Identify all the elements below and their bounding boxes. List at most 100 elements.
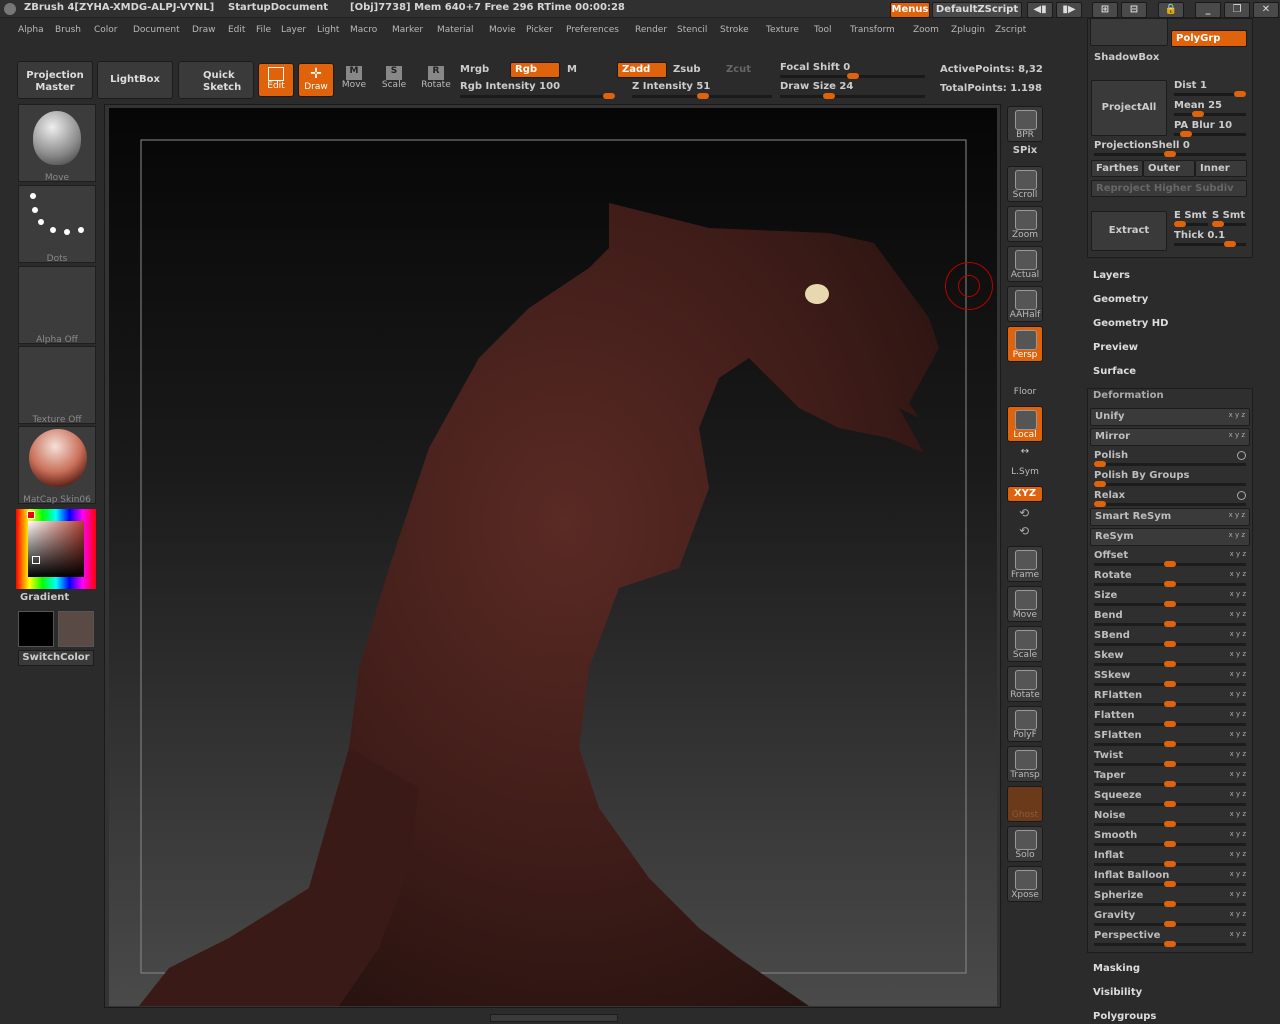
e-smt-slider[interactable]: E Smt <box>1174 210 1207 221</box>
menu-color[interactable]: Color <box>94 25 118 35</box>
deformation-smooth[interactable]: Smooth x y z <box>1090 828 1250 847</box>
shelf-spix-button[interactable]: SPix <box>1007 145 1043 159</box>
material-thumbnail[interactable]: MatCap Skin06 <box>18 426 96 505</box>
inner-button[interactable]: Inner <box>1195 160 1247 177</box>
zsub-button[interactable]: Zsub <box>673 64 700 75</box>
toggle-circle-icon[interactable] <box>1237 491 1246 500</box>
deformation-mirror[interactable]: Mirror x y z <box>1090 428 1250 446</box>
minimize-icon[interactable]: _ <box>1195 2 1221 18</box>
deformation-slider[interactable] <box>1094 701 1246 707</box>
xyz-axis-toggle[interactable]: x y z <box>1230 870 1246 878</box>
xyz-axis-toggle[interactable]: x y z <box>1229 411 1245 419</box>
deformation-smart-resym[interactable]: Smart ReSym x y z <box>1090 508 1250 526</box>
deformation-slider[interactable] <box>1094 741 1246 747</box>
deformation-slider[interactable] <box>1094 721 1246 727</box>
xyz-axis-toggle[interactable]: x y z <box>1230 650 1246 658</box>
rgb-intensity-slider[interactable] <box>460 93 615 99</box>
menu-macro[interactable]: Macro <box>350 25 377 35</box>
deformation-offset[interactable]: Offset x y z <box>1090 548 1250 567</box>
deformation-slider[interactable] <box>1094 461 1246 467</box>
menu-alpha[interactable]: Alpha <box>18 25 44 35</box>
texture-thumbnail[interactable]: Texture Off <box>18 346 96 425</box>
deformation-slider[interactable] <box>1094 581 1246 587</box>
xyz-axis-toggle[interactable]: x y z <box>1230 750 1246 758</box>
m-button[interactable]: M <box>567 64 577 75</box>
extract-button[interactable]: Extract <box>1091 211 1167 251</box>
deformation-inflat[interactable]: Inflat x y z <box>1090 848 1250 867</box>
deformation-bend[interactable]: Bend x y z <box>1090 608 1250 627</box>
deformation-polish[interactable]: Polish <box>1090 448 1250 467</box>
deformation-slider[interactable] <box>1094 821 1246 827</box>
menu-preferences[interactable]: Preferences <box>566 25 619 35</box>
deformation-slider[interactable] <box>1094 861 1246 867</box>
thick-slider[interactable]: Thick 0.1 <box>1174 230 1225 241</box>
menu-zscript[interactable]: Zscript <box>995 25 1026 35</box>
xyz-axis-toggle[interactable]: x y z <box>1230 770 1246 778</box>
rotate-mode-button[interactable]: R Rotate <box>419 66 453 90</box>
shadowbox-button[interactable]: ShadowBox <box>1094 52 1159 63</box>
deformation-unify[interactable]: Unify x y z <box>1090 408 1250 426</box>
s-smt-slider[interactable]: S Smt <box>1212 210 1245 221</box>
deformation-sskew[interactable]: SSkew x y z <box>1090 668 1250 687</box>
deformation-slider[interactable] <box>1094 681 1246 687</box>
xyz-axis-toggle[interactable]: x y z <box>1230 790 1246 798</box>
deformation-sbend[interactable]: SBend x y z <box>1090 628 1250 647</box>
polygrp-button[interactable]: PolyGrp <box>1171 30 1247 47</box>
menu-transform[interactable]: Transform <box>850 25 895 35</box>
quick-sketch-button[interactable]: Quick Sketch <box>178 61 254 99</box>
shelf-zoom-button[interactable]: Zoom <box>1007 206 1043 242</box>
document-canvas[interactable] <box>109 108 997 1006</box>
xyz-axis-toggle[interactable]: x y z <box>1230 890 1246 898</box>
projection-shell-slider[interactable]: ProjectionShell 0 <box>1094 140 1190 151</box>
s-smt-track[interactable] <box>1212 221 1246 227</box>
xyz-axis-toggle[interactable]: x y z <box>1230 610 1246 618</box>
deformation-rflatten[interactable]: RFlatten x y z <box>1090 688 1250 707</box>
lightbox-button[interactable]: LightBox <box>97 61 173 99</box>
deformation-slider[interactable] <box>1094 881 1246 887</box>
deformation-twist[interactable]: Twist x y z <box>1090 748 1250 767</box>
deformation-perspective[interactable]: Perspective x y z <box>1090 928 1250 947</box>
default-zscript-button[interactable]: DefaultZScript <box>932 2 1022 18</box>
tool-blank-button[interactable] <box>1090 18 1168 46</box>
shelf-ghost-button[interactable]: Ghost <box>1007 786 1043 822</box>
canvas-scroll-handle[interactable] <box>490 1014 618 1022</box>
draw-mode-button[interactable]: ✛ Draw <box>298 63 334 97</box>
xyz-axis-toggle[interactable]: x y z <box>1230 670 1246 678</box>
layout-right-icon[interactable]: ▮▶ <box>1056 2 1082 18</box>
xyz-axis-toggle[interactable]: x y z <box>1229 531 1245 539</box>
subpalette-masking[interactable]: Masking <box>1093 963 1140 974</box>
deformation-slider[interactable] <box>1094 921 1246 927</box>
toggle-circle-icon[interactable] <box>1237 451 1246 460</box>
deformation-slider[interactable] <box>1094 801 1246 807</box>
deformation-taper[interactable]: Taper x y z <box>1090 768 1250 787</box>
color-square[interactable] <box>28 521 84 577</box>
menu-stroke[interactable]: Stroke <box>720 25 749 35</box>
scale-mode-button[interactable]: S Scale <box>378 66 410 90</box>
mean-slider[interactable]: Mean 25 <box>1174 100 1222 111</box>
deformation-noise[interactable]: Noise x y z <box>1090 808 1250 827</box>
shelf-actual-button[interactable]: Actual <box>1007 246 1043 282</box>
farthest-button[interactable]: Farthes <box>1091 160 1143 177</box>
rotate-z-icon[interactable]: ⟲ <box>1019 524 1029 538</box>
xyz-axis-toggle[interactable]: x y z <box>1230 930 1246 938</box>
z-intensity-slider[interactable] <box>632 93 772 99</box>
reproject-higher-subdiv-button[interactable]: Reproject Higher Subdiv <box>1091 180 1247 197</box>
shelf-frame-button[interactable]: Frame <box>1007 546 1043 582</box>
xyz-axis-toggle[interactable]: x y z <box>1230 550 1246 558</box>
mean-slider-track[interactable] <box>1174 111 1246 117</box>
shelf-move-button[interactable]: Move <box>1007 586 1043 622</box>
shelf-persp-button[interactable]: Persp <box>1007 326 1043 362</box>
deformation-slider[interactable] <box>1094 641 1246 647</box>
shelf-scroll-button[interactable]: Scroll <box>1007 166 1043 202</box>
mrgb-button[interactable]: Mrgb <box>460 64 489 75</box>
xyz-axis-toggle[interactable]: x y z <box>1230 710 1246 718</box>
shelf-aahalf-button[interactable]: AAHalf <box>1007 286 1043 322</box>
xyz-axis-toggle[interactable]: x y z <box>1230 570 1246 578</box>
dist-slider[interactable]: Dist 1 <box>1174 80 1207 91</box>
deformation-skew[interactable]: Skew x y z <box>1090 648 1250 667</box>
menu-stencil[interactable]: Stencil <box>677 25 707 35</box>
deformation-slider[interactable] <box>1094 561 1246 567</box>
rgb-button[interactable]: Rgb <box>510 62 560 78</box>
menu-picker[interactable]: Picker <box>526 25 553 35</box>
deformation-gravity[interactable]: Gravity x y z <box>1090 908 1250 927</box>
